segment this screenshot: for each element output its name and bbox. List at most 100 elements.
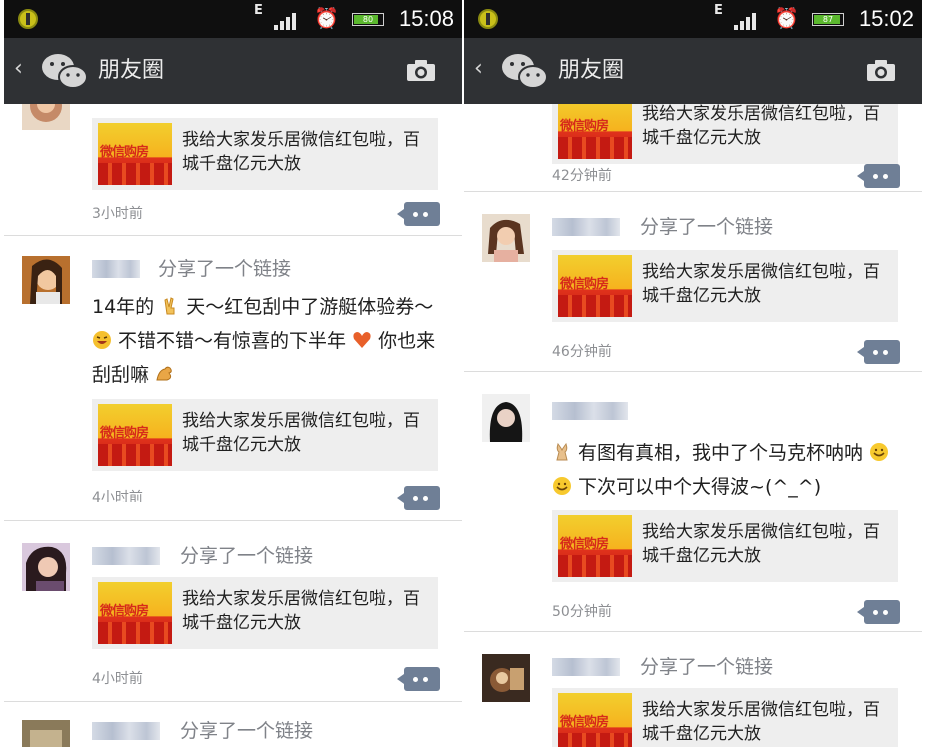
avatar[interactable]	[482, 394, 530, 442]
comment-icon[interactable]	[857, 164, 900, 188]
post-time: 42分钟前	[552, 168, 612, 184]
moment-post: 分享了一个链接 微信购房 我给大家发乐居微信红包啦，百城千盘亿元大放	[464, 632, 922, 747]
post-text-part: 天～红包刮中了游艇体验券～	[186, 296, 434, 318]
link-card[interactable]: 微信购房 我给大家发乐居微信红包啦，百城千盘亿元大放	[92, 118, 438, 190]
link-card[interactable]: 微信购房 我给大家发乐居微信红包啦，百城千盘亿元大放	[552, 510, 898, 582]
post-time: 50分钟前	[552, 604, 612, 620]
user-name[interactable]	[92, 722, 160, 740]
post-text-part: 下次可以中个大得波~(^_^)	[578, 476, 822, 498]
avatar[interactable]	[22, 543, 70, 591]
link-card[interactable]: 微信购房 我给大家发乐居微信红包啦，百城千盘亿元大放	[92, 577, 438, 649]
post-text: 14年的 天～红包刮中了游艇体验券～ 不错不错～有惊喜的下半年 你也来刮刮嘛	[92, 290, 447, 392]
link-thumbnail: 微信购房	[98, 404, 172, 466]
smile-emoji	[553, 477, 571, 495]
alarm-icon: ⏰	[774, 6, 799, 30]
avatar[interactable]	[22, 256, 70, 304]
moment-post: 微信购房 我给大家发乐居微信红包啦，百城千盘亿元大放 3小时前	[4, 104, 462, 235]
link-thumbnail: 微信购房	[98, 123, 172, 185]
status-bar: E ⏰ 80 15:08	[4, 0, 462, 38]
thumbnail-label: 微信购房	[560, 277, 609, 292]
heart-emoji	[353, 332, 371, 348]
thumbnail-label: 微信购房	[560, 715, 609, 730]
comment-icon[interactable]	[397, 202, 440, 226]
user-name[interactable]	[92, 260, 140, 278]
link-thumbnail: 微信购房	[558, 255, 632, 317]
moments-feed[interactable]: 微信购房 我给大家发乐居微信红包啦，百城千盘亿元大放 3小时前 分享了一个链接 …	[4, 104, 462, 747]
notification-app-icon	[478, 9, 498, 29]
battery-level: 80	[362, 15, 374, 24]
thumbnail-label: 微信购房	[100, 145, 149, 160]
link-title: 我给大家发乐居微信红包啦，百城千盘亿元大放	[642, 262, 880, 306]
right-phone-screen: E ⏰ 87 15:02 ‹ 朋友圈 微信购房 我给大家发乐居微信红包啦，百城千…	[464, 0, 922, 747]
wechat-icon	[502, 54, 548, 89]
avatar[interactable]	[22, 104, 70, 130]
link-title: 我给大家发乐居微信红包啦，百城千盘亿元大放	[182, 411, 420, 455]
link-card[interactable]: 微信购房 我给大家发乐居微信红包啦，百城千盘亿元大放	[552, 250, 898, 322]
comment-icon[interactable]	[857, 600, 900, 624]
link-thumbnail: 微信购房	[558, 515, 632, 577]
shared-label: 分享了一个链接	[640, 656, 774, 678]
grin-emoji	[93, 331, 111, 349]
battery-level: 87	[822, 15, 834, 24]
status-time: 15:02	[858, 6, 914, 31]
left-phone-screen: E ⏰ 80 15:08 ‹ 朋友圈 微信购房 我给大家发乐居微信红包啦，百城千…	[4, 0, 462, 747]
comment-icon[interactable]	[397, 486, 440, 510]
page-title: 朋友圈	[558, 58, 625, 83]
avatar[interactable]	[482, 214, 530, 262]
user-name[interactable]	[552, 402, 628, 420]
shared-label: 分享了一个链接	[640, 216, 774, 238]
avatar[interactable]	[22, 720, 70, 747]
user-name[interactable]	[552, 658, 620, 676]
signal-icon	[274, 12, 300, 30]
camera-icon[interactable]	[406, 60, 436, 82]
network-type: E	[254, 3, 263, 18]
post-time: 46分钟前	[552, 344, 612, 360]
rabbit-emoji	[556, 442, 568, 461]
moment-post: 分享了一个链接 微信购房 我给大家发乐居微信红包啦，百城千盘亿元大放 4小时前	[4, 521, 462, 701]
moments-feed[interactable]: 微信购房 我给大家发乐居微信红包啦，百城千盘亿元大放 42分钟前 分享了一个链接…	[464, 104, 922, 747]
link-title: 我给大家发乐居微信红包啦，百城千盘亿元大放	[642, 522, 880, 566]
status-bar: E ⏰ 87 15:02	[464, 0, 922, 38]
post-text: 有图有真相，我中了个马克杯呐呐 下次可以中个大得波~(^_^)	[552, 436, 907, 504]
page-title: 朋友圈	[98, 58, 165, 83]
thumbnail-label: 微信购房	[560, 119, 609, 134]
moment-post: 微信购房 我给大家发乐居微信红包啦，百城千盘亿元大放 42分钟前	[464, 104, 922, 191]
chevron-left-icon[interactable]: ‹	[474, 58, 483, 80]
moment-post: 分享了一个链接 微信购房 我给大家发乐居微信红包啦，百城千盘亿元大放 46分钟前	[464, 192, 922, 371]
moment-post: 分享了一个链接 14年的 天～红包刮中了游艇体验券～ 不错不错～有惊喜的下半年 …	[4, 236, 462, 520]
victory-hand-emoji	[164, 297, 175, 315]
battery-icon: 87	[812, 13, 844, 26]
post-text-part: 不错不错～有惊喜的下半年	[118, 330, 347, 352]
post-time: 4小时前	[92, 671, 143, 687]
user-name[interactable]	[92, 547, 160, 565]
network-type: E	[714, 3, 723, 18]
camera-icon[interactable]	[866, 60, 896, 82]
link-title: 我给大家发乐居微信红包啦，百城千盘亿元大放	[182, 130, 420, 174]
muscle-emoji	[156, 366, 172, 381]
shared-label: 分享了一个链接	[158, 258, 292, 280]
comment-icon[interactable]	[397, 667, 440, 691]
thumbnail-label: 微信购房	[100, 426, 149, 441]
image-artifact	[464, 498, 540, 572]
wechat-icon	[42, 54, 88, 89]
link-title: 我给大家发乐居微信红包啦，百城千盘亿元大放	[642, 104, 880, 148]
avatar[interactable]	[482, 654, 530, 702]
link-thumbnail: 微信购房	[558, 693, 632, 747]
link-card[interactable]: 微信购房 我给大家发乐居微信红包啦，百城千盘亿元大放	[552, 688, 898, 747]
thumbnail-label: 微信购房	[100, 604, 149, 619]
chevron-left-icon[interactable]: ‹	[14, 58, 23, 80]
signal-icon	[734, 12, 760, 30]
notification-app-icon	[18, 9, 38, 29]
comment-icon[interactable]	[857, 340, 900, 364]
user-name[interactable]	[552, 218, 620, 236]
shared-label: 分享了一个链接	[180, 720, 314, 742]
link-card[interactable]: 微信购房 我给大家发乐居微信红包啦，百城千盘亿元大放	[92, 399, 438, 471]
smile-emoji	[870, 443, 889, 461]
thumbnail-label: 微信购房	[560, 537, 609, 552]
image-artifact	[74, 502, 186, 516]
post-text-part: 有图有真相，我中了个马克杯呐呐	[578, 442, 864, 464]
link-card[interactable]: 微信购房 我给大家发乐居微信红包啦，百城千盘亿元大放	[552, 104, 898, 164]
post-time: 3小时前	[92, 206, 143, 222]
link-thumbnail: 微信购房	[98, 582, 172, 644]
status-time: 15:08	[398, 6, 454, 31]
